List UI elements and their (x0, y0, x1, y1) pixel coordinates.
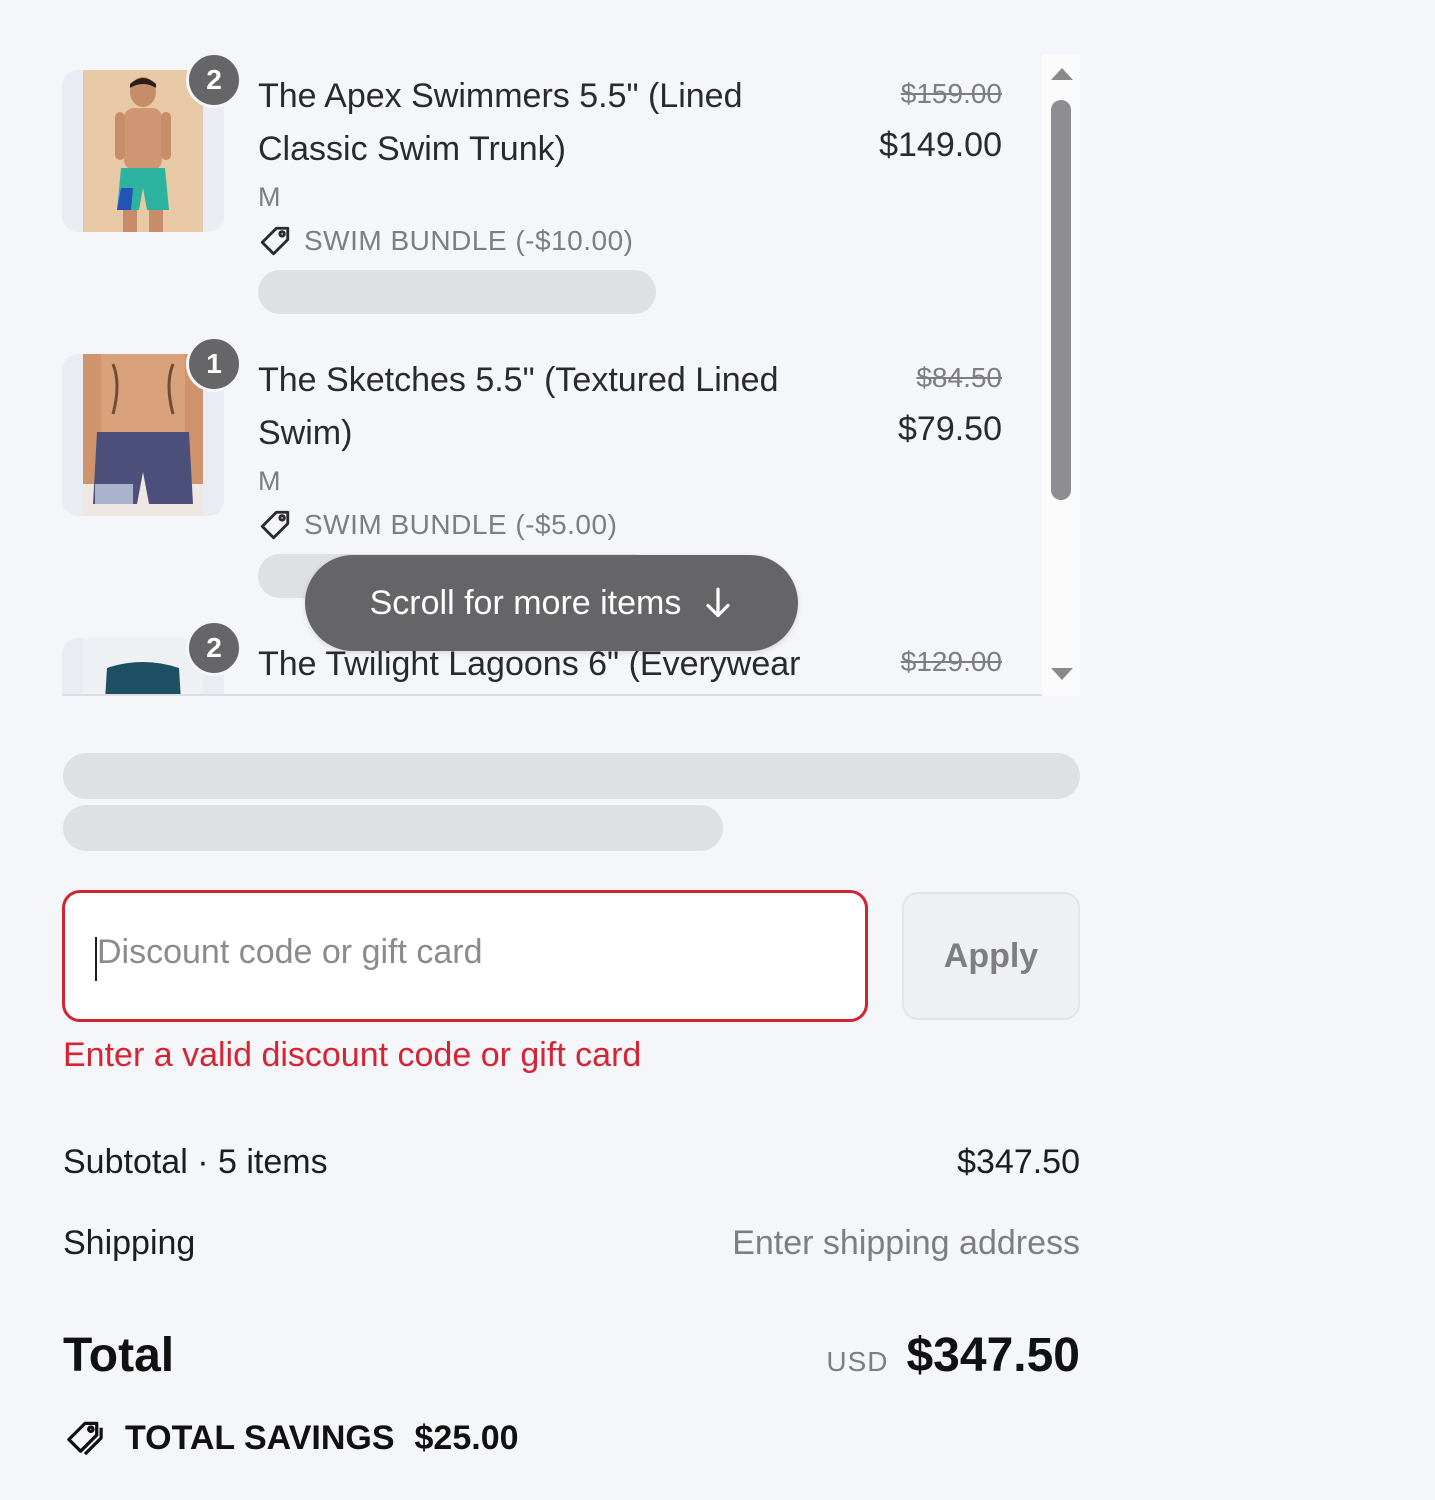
discount-code-placeholder: Discount code or gift card (97, 933, 483, 971)
total-amount: USD $347.50 (826, 1328, 1080, 1383)
divider (62, 694, 1042, 696)
item-price: $149.00 (879, 126, 1002, 164)
shipping-row: Shipping Enter shipping address (63, 1224, 1080, 1263)
scroll-hint-label: Scroll for more items (369, 583, 682, 622)
line-item: 2 The Apex Swimmers 5.5" (Lined Classic … (62, 54, 1042, 314)
item-discount: SWIM BUNDLE (-$10.00) (258, 224, 633, 258)
discount-code-input[interactable]: Discount code or gift card (62, 890, 868, 1022)
currency-code: USD (826, 1346, 889, 1377)
total-savings: TOTAL SAVINGS $25.00 (63, 1418, 519, 1458)
scrollbar-thumb[interactable] (1051, 100, 1071, 500)
tags-icon (67, 1421, 103, 1456)
text-caret (95, 937, 97, 981)
savings-value: $25.00 (414, 1418, 519, 1457)
loading-placeholder (63, 805, 723, 851)
total-value: $347.50 (906, 1329, 1080, 1382)
tag-icon (260, 510, 290, 540)
discount-error-message: Enter a valid discount code or gift card (63, 1036, 642, 1074)
apply-button[interactable]: Apply (902, 892, 1080, 1020)
original-price: $159.00 (900, 78, 1002, 109)
loading-placeholder (258, 270, 656, 314)
subtotal-row: Subtotal · 5 items $347.50 (63, 1143, 1080, 1182)
item-variant: M (258, 182, 281, 212)
item-title: The Apex Swimmers 5.5" (Lined Classic Sw… (258, 77, 743, 168)
savings-label: TOTAL SAVINGS (125, 1418, 395, 1457)
original-price: $129.00 (900, 646, 1002, 677)
arrow-down-icon (703, 585, 733, 621)
loading-placeholder (63, 753, 1080, 799)
item-variant: M (258, 466, 281, 496)
subtotal-label: Subtotal · 5 items (63, 1143, 328, 1181)
scroll-up-arrow-icon[interactable] (1051, 68, 1073, 80)
scroll-down-arrow-icon[interactable] (1051, 668, 1073, 680)
original-price: $84.50 (916, 362, 1002, 393)
shipping-label: Shipping (63, 1224, 196, 1262)
scroll-for-more-button[interactable]: Scroll for more items (305, 555, 798, 651)
scrollbar[interactable] (1042, 54, 1080, 696)
quantity-badge: 2 (186, 620, 242, 676)
quantity-badge: 2 (186, 54, 242, 108)
total-label: Total (63, 1329, 175, 1382)
item-price: $79.50 (898, 410, 1002, 448)
item-discount-label: SWIM BUNDLE (-$5.00) (304, 509, 618, 540)
item-discount-label: SWIM BUNDLE (-$10.00) (304, 225, 634, 256)
total-row: Total USD $347.50 (63, 1328, 1080, 1383)
item-discount: SWIM BUNDLE (-$5.00) (258, 508, 617, 542)
item-title: The Sketches 5.5" (Textured Lined Swim) (258, 361, 779, 452)
tag-icon (260, 226, 290, 256)
subtotal-value: $347.50 (957, 1143, 1080, 1181)
quantity-badge: 1 (186, 336, 242, 392)
shipping-value: Enter shipping address (732, 1224, 1080, 1262)
